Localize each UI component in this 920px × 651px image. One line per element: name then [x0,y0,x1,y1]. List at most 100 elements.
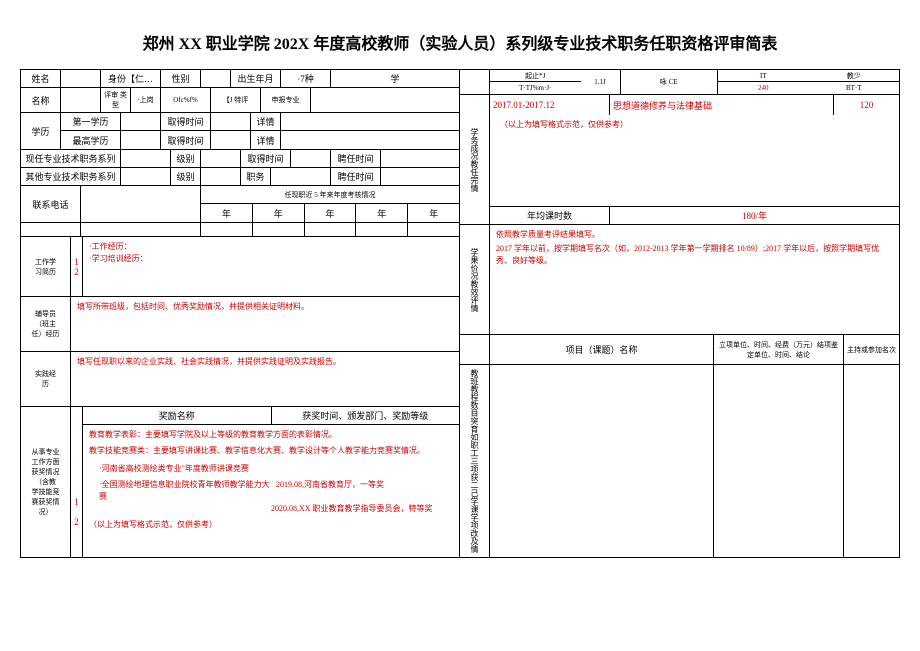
value-name [61,70,101,87]
work-num-2: 2 [74,267,79,277]
label-top-degree: 最高学历 [61,131,121,149]
proj-h3: 主持或参加名次 [844,335,899,364]
label-work-history: 工作学 习简历 [21,237,71,296]
label-ofc: Ofc%f% [161,88,211,112]
value-other-prof [121,168,171,185]
label-shenbao: 申报专业 [261,88,311,112]
label-first-detail: 详情 [251,113,281,130]
label-avg-hours: 年均课时数 [490,207,610,224]
award-num-2: 2 [74,517,79,527]
value-birth: ·7种 [281,70,331,87]
label-tutor: 辅导员 （班主 任）经历 [21,297,71,351]
award-hdr-info: 获奖时间、颁发部门、奖励等级 [272,407,460,424]
hdr-c3: 咏 CE [621,70,719,94]
label-xueli-group: 学历 [21,113,61,149]
label-projects-side: 教班教程数目突育如职工三项获二己学课学项改及情 [460,365,490,557]
label-practice: 实践经 历 [21,352,71,406]
row-phone-eval: 联系电话 任现职近 5 年来年度考核情况 年 年 年 年 年 [21,186,459,223]
label-awards: 从事专业 工作方面 获奖情况 （含教 学技能竞 赛获奖情 况） [21,407,71,557]
teach1-time: 2017.01-2017.12 [490,95,610,115]
label-gender: 性别 [161,70,201,87]
value-first-degree [121,113,161,130]
eval-y1 [201,223,253,236]
value-gender [201,70,231,87]
year-1: 年 [201,204,253,222]
teach1-course: 思想道德修养与法律基础 [610,95,834,115]
label-current-prof: 现任专业技术职务系列 [21,150,121,167]
proj-h2: 立项单位、时间、经费（万元）结项鉴定单位、时间、结论 [714,335,844,364]
label-top-detail: 详情 [251,131,281,149]
label-prof2-level: 级别 [171,168,201,185]
label-phone: 联系电话 [21,186,81,222]
quality-body: 依照教学质量考评结果填写。 2017 学年以前，按学期填写名次（如，2012-2… [490,225,899,334]
work-num-1: 1 [74,257,79,267]
award-hdr-name: 奖励名称 [83,407,272,424]
label-prof1-hiretime: 聘任时间 [331,150,381,167]
value-prof2-job [271,168,331,185]
value-prof1-hiretime [381,150,459,167]
row-eval-values [21,223,459,237]
section-teaching: 学务成况教任完情 2017.01-2017.12 思想道德修养与法律基础 120… [460,95,899,225]
proj-body-c2 [714,365,844,557]
value-prof1-level [201,150,241,167]
row-proj-hdr: 项目（课题）名称 立项单位、时间、经费（万元）结项鉴定单位、时间、结论 主持或参… [460,335,899,365]
value-first-time [211,113,251,130]
value-phone [81,186,201,222]
section-tutor: 辅导员 （班主 任）经历 填写所带班级，包括时间、优秀奖励情况，并提供相关证明材… [21,297,459,352]
right-hdr: 起止*J T·TJ%m·J· 1.1J 咏 CE IT 240 教少 BT·T [460,70,899,95]
row-basic-1: 姓名 身份【仁… 性别 出生年月 ·7种 学 [21,70,459,88]
label-first-degree: 第一学历 [61,113,121,130]
left-panel: 姓名 身份【仁… 性别 出生年月 ·7种 学 名称 评审 类型 ·上岗 Ofc%… [21,70,460,557]
value-shenbao [311,88,459,112]
row-edu: 学历 第一学历 取得时间 详情 最高学历 取得时间 详情 [21,113,459,150]
eval-y4 [356,223,408,236]
practice-body: 填写任现职以来的企业实践、社会实践情况，并提供实践证明及实践报告。 [71,352,459,406]
value-pingshenleixing: ·上岗 [131,88,161,112]
hdr-c5b: BT·T [809,82,900,94]
awards-body: 教育教学表彰：主要填写学院及以上等级的教育教学方面的表彰情况。 教学技能竞赛类：… [83,425,459,557]
value-avg-hours: 180/年 [610,207,899,224]
right-panel: 起止*J T·TJ%m·J· 1.1J 咏 CE IT 240 教少 BT·T … [460,70,899,557]
hdr-c1: 起止*J [490,70,581,82]
blank-under-phone2 [81,223,201,236]
value-top-time [211,131,251,149]
award-num-1: 1 [74,497,79,507]
blank-under-phone [21,223,81,236]
value-prof2-hiretime [381,168,459,185]
tutor-body: 填写所带班级，包括时间、优秀奖励情况，并提供相关证明材料。 [71,297,459,351]
teach1-hours: 120 [834,95,899,115]
proj-body-c1 [490,365,714,557]
year-4: 年 [356,204,408,222]
row-basic-2: 名称 评审 类型 ·上岗 Ofc%f% 【J 特评 申报专业 [21,88,459,113]
value-prof2-level [201,168,241,185]
section-quality: 学果价况教效评情 依照教学质量考评结果填写。 2017 学年以前，按学期填写名次… [460,225,899,335]
work-history-body: ·工作经历： ·学习培训经历： [83,237,459,296]
value-current-prof [121,150,171,167]
hdr-c2: 1.1J [581,70,621,94]
value-first-detail [281,113,459,130]
value-prof1-gettime [291,150,331,167]
label-5yr-eval: 任现职近 5 年来年度考核情况 [201,186,459,203]
hdr-c4b: 240 [718,82,809,94]
proj-body-c3 [844,365,899,557]
eval-y2 [253,223,305,236]
row-prof2: 其他专业技术职务系列 级别 职务 聘任时间 [21,168,459,186]
section-awards: 从事专业 工作方面 获奖情况 （含教 学技能竞 赛获奖情 况） 1 2 奖励名称… [21,407,459,557]
year-5: 年 [408,204,459,222]
label-id: 身份【仁… [101,70,161,87]
label-prof1-level: 级别 [171,150,201,167]
label-name: 姓名 [21,70,61,87]
label-other-prof: 其他专业技术职务系列 [21,168,121,185]
hdr-c4: IT [718,70,809,82]
row-prof1: 现任专业技术职务系列 级别 取得时间 聘任时间 [21,150,459,168]
label-prof2-hiretime: 聘任时间 [331,168,381,185]
section-projects: 教班教程数目突育如职工三项获二己学课学项改及情 [460,365,899,557]
label-xue: 学 [331,70,459,87]
proj-h1: 项目（课题）名称 [490,335,714,364]
label-pingshenleixing: 评审 类型 [101,88,131,112]
label-teaching-side: 学务成况教任完情 [460,95,490,224]
year-3: 年 [305,204,357,222]
label-birth: 出生年月 [231,70,281,87]
hdr-c5: 教少 [809,70,900,82]
value-mingcheng [61,88,101,112]
